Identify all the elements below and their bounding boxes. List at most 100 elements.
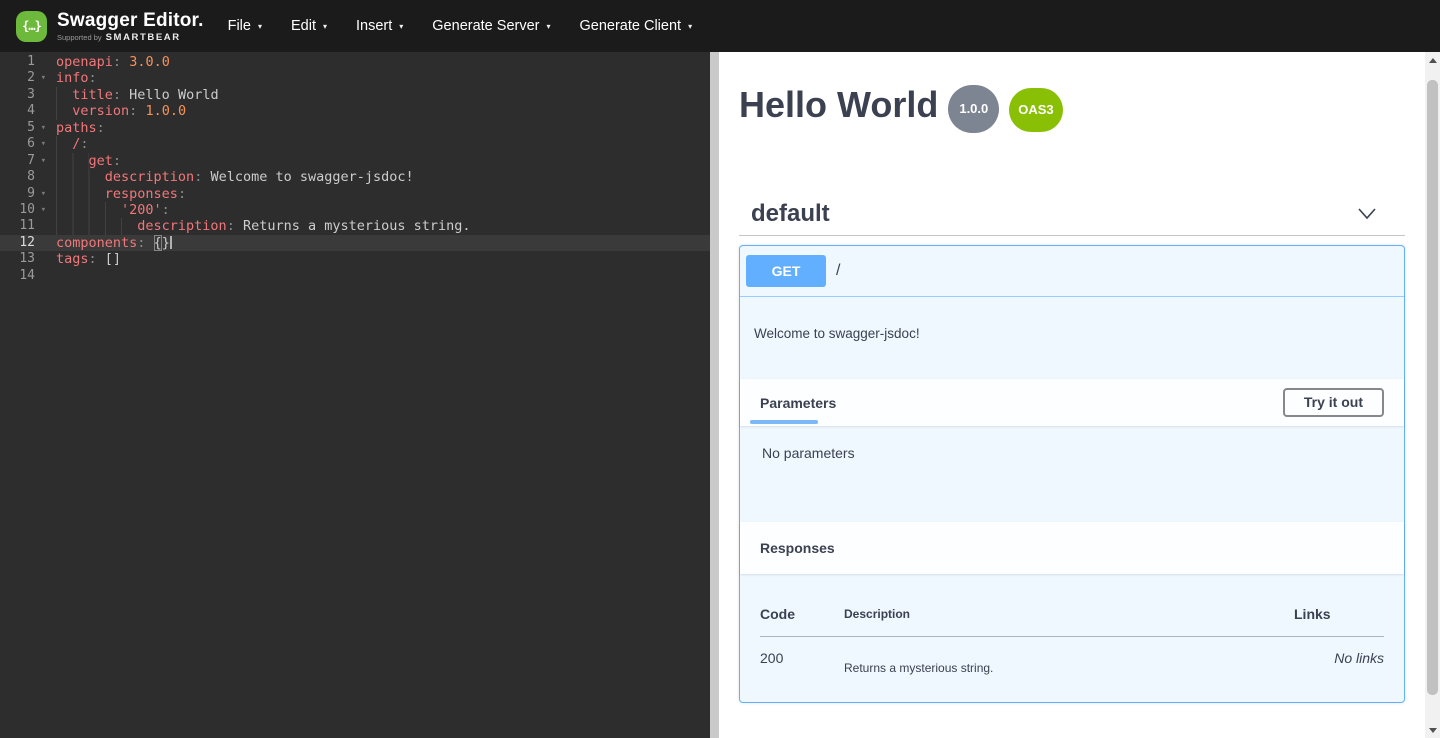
- menu-generate-server[interactable]: Generate Server▾: [432, 18, 550, 34]
- scroll-down-button[interactable]: [1425, 722, 1440, 738]
- caret-down-icon: ▾: [546, 22, 550, 31]
- code-text: responses:: [48, 186, 186, 202]
- responses-table: Code Description Links 200 Returns a mys…: [760, 594, 1384, 675]
- topbar-menus: File▾Edit▾Insert▾Generate Server▾Generat…: [228, 18, 692, 34]
- editor-pane[interactable]: 1openapi: 3.0.02▾info:3 title: Hello Wor…: [0, 52, 710, 738]
- gutter-cell: 14: [0, 268, 48, 284]
- vertical-scrollbar[interactable]: [1425, 52, 1440, 738]
- editor-line[interactable]: 12components: {}: [0, 235, 710, 251]
- scroll-up-icon: [1429, 58, 1437, 63]
- line-number: 14: [0, 268, 48, 284]
- swagger-logo-icon: {…}: [16, 11, 47, 42]
- editor-line[interactable]: 1openapi: 3.0.0: [0, 54, 710, 70]
- code-text: paths:: [48, 120, 105, 136]
- response-links: No links: [1294, 637, 1384, 676]
- gutter-cell: 5▾: [0, 120, 48, 136]
- menu-edit[interactable]: Edit ▾: [291, 18, 327, 34]
- operation-summary[interactable]: GET /: [740, 246, 1404, 297]
- editor-line[interactable]: 6▾ /:: [0, 136, 710, 152]
- fold-caret-icon[interactable]: ▾: [41, 154, 46, 168]
- table-row: 200 Returns a mysterious string. No link…: [760, 637, 1384, 676]
- topbar: {…} Swagger Editor. Supported by SMARTBE…: [0, 0, 1440, 52]
- method-badge: GET: [746, 255, 826, 287]
- gutter-cell: 2▾: [0, 70, 48, 86]
- code-text: openapi: 3.0.0: [48, 54, 170, 70]
- pane-splitter[interactable]: [710, 52, 719, 738]
- code-text: description: Welcome to swagger-jsdoc!: [48, 169, 414, 185]
- swagger-editor-app: {…} Swagger Editor. Supported by SMARTBE…: [0, 0, 1440, 738]
- scroll-up-button[interactable]: [1425, 52, 1440, 68]
- column-header-links: Links: [1294, 594, 1384, 637]
- gutter-cell: 8: [0, 169, 48, 185]
- column-header-code: Code: [760, 594, 844, 637]
- caret-down-icon: ▾: [688, 22, 692, 31]
- response-code: 200: [760, 637, 844, 676]
- line-number: 8: [0, 169, 48, 185]
- editor-lines: 1openapi: 3.0.02▾info:3 title: Hello Wor…: [0, 54, 710, 284]
- fold-caret-icon[interactable]: ▾: [41, 187, 46, 201]
- gutter-cell: 4: [0, 103, 48, 119]
- responses-header: Responses: [740, 522, 1404, 574]
- line-number: 3: [0, 87, 48, 103]
- fold-caret-icon[interactable]: ▾: [41, 121, 46, 135]
- try-it-out-button[interactable]: Try it out: [1283, 388, 1384, 417]
- operation-path-link[interactable]: /: [836, 262, 840, 280]
- editor-line[interactable]: 7▾ get:: [0, 153, 710, 169]
- api-info: Hello World1.0.0OAS3: [739, 52, 1405, 133]
- gutter-cell: 6▾: [0, 136, 48, 152]
- menu-generate-client[interactable]: Generate Client▾: [580, 18, 693, 34]
- code-text: [48, 268, 56, 284]
- editor-line[interactable]: 9▾ responses:: [0, 186, 710, 202]
- brand-subtitle: Supported by SMARTBEAR: [57, 32, 204, 43]
- scrollbar-thumb[interactable]: [1427, 80, 1438, 695]
- no-parameters-text: No parameters: [762, 445, 855, 461]
- supported-by-label: Supported by: [57, 33, 102, 42]
- version-badge: 1.0.0: [948, 85, 999, 133]
- parameters-title: Parameters: [760, 395, 836, 411]
- line-number: 13: [0, 251, 48, 267]
- fold-caret-icon[interactable]: ▾: [41, 203, 46, 217]
- collapse-section-button[interactable]: [1357, 207, 1377, 221]
- api-title-text: Hello World: [739, 84, 938, 125]
- api-preview-pane: Hello World1.0.0OAS3 default GET / Welco…: [719, 52, 1425, 738]
- editor-line[interactable]: 8 description: Welcome to swagger-jsdoc!: [0, 169, 710, 185]
- gutter-cell: 7▾: [0, 153, 48, 169]
- gutter-cell: 1: [0, 54, 48, 70]
- editor-line[interactable]: 13tags: []: [0, 251, 710, 267]
- line-number: 1: [0, 54, 48, 70]
- gutter-cell: 3: [0, 87, 48, 103]
- active-tab-underline: [750, 420, 818, 424]
- editor-line[interactable]: 10▾ '200':: [0, 202, 710, 218]
- tag-title: default: [751, 200, 830, 227]
- editor-line[interactable]: 4 version: 1.0.0: [0, 103, 710, 119]
- response-description: Returns a mysterious string.: [844, 637, 1294, 676]
- editor-line[interactable]: 11 description: Returns a mysterious str…: [0, 218, 710, 234]
- menu-insert[interactable]: Insert▾: [356, 18, 403, 34]
- code-text: title: Hello World: [48, 87, 219, 103]
- opblock-get-root: GET / Welcome to swagger-jsdoc! Paramete…: [739, 245, 1405, 703]
- caret-down-icon: ▾: [258, 22, 262, 31]
- operation-description: Welcome to swagger-jsdoc!: [740, 297, 1404, 379]
- editor-line[interactable]: 5▾paths:: [0, 120, 710, 136]
- menu-label: Edit: [291, 18, 316, 34]
- caret-down-icon: ▾: [399, 22, 403, 31]
- code-text: description: Returns a mysterious string…: [48, 218, 471, 234]
- code-text: /:: [48, 136, 89, 152]
- chevron-down-icon: [1357, 207, 1377, 221]
- fold-caret-icon[interactable]: ▾: [41, 71, 46, 85]
- menu-file[interactable]: File▾: [228, 18, 262, 34]
- caret-down-icon: ▾: [323, 22, 327, 31]
- code-text: tags: []: [48, 251, 121, 267]
- gutter-cell: 13: [0, 251, 48, 267]
- fold-caret-icon[interactable]: ▾: [41, 137, 46, 151]
- tag-section-default[interactable]: default: [739, 200, 1405, 236]
- text-cursor: [170, 236, 172, 249]
- editor-line[interactable]: 14: [0, 268, 710, 284]
- scroll-down-icon: [1429, 728, 1437, 733]
- editor-line[interactable]: 3 title: Hello World: [0, 87, 710, 103]
- gutter-cell: 12: [0, 235, 48, 251]
- editor-line[interactable]: 2▾info:: [0, 70, 710, 86]
- responses-body: Code Description Links 200 Returns a mys…: [740, 574, 1404, 702]
- brand-block: Swagger Editor. Supported by SMARTBEAR: [57, 10, 204, 43]
- code-text: components: {}: [48, 235, 172, 251]
